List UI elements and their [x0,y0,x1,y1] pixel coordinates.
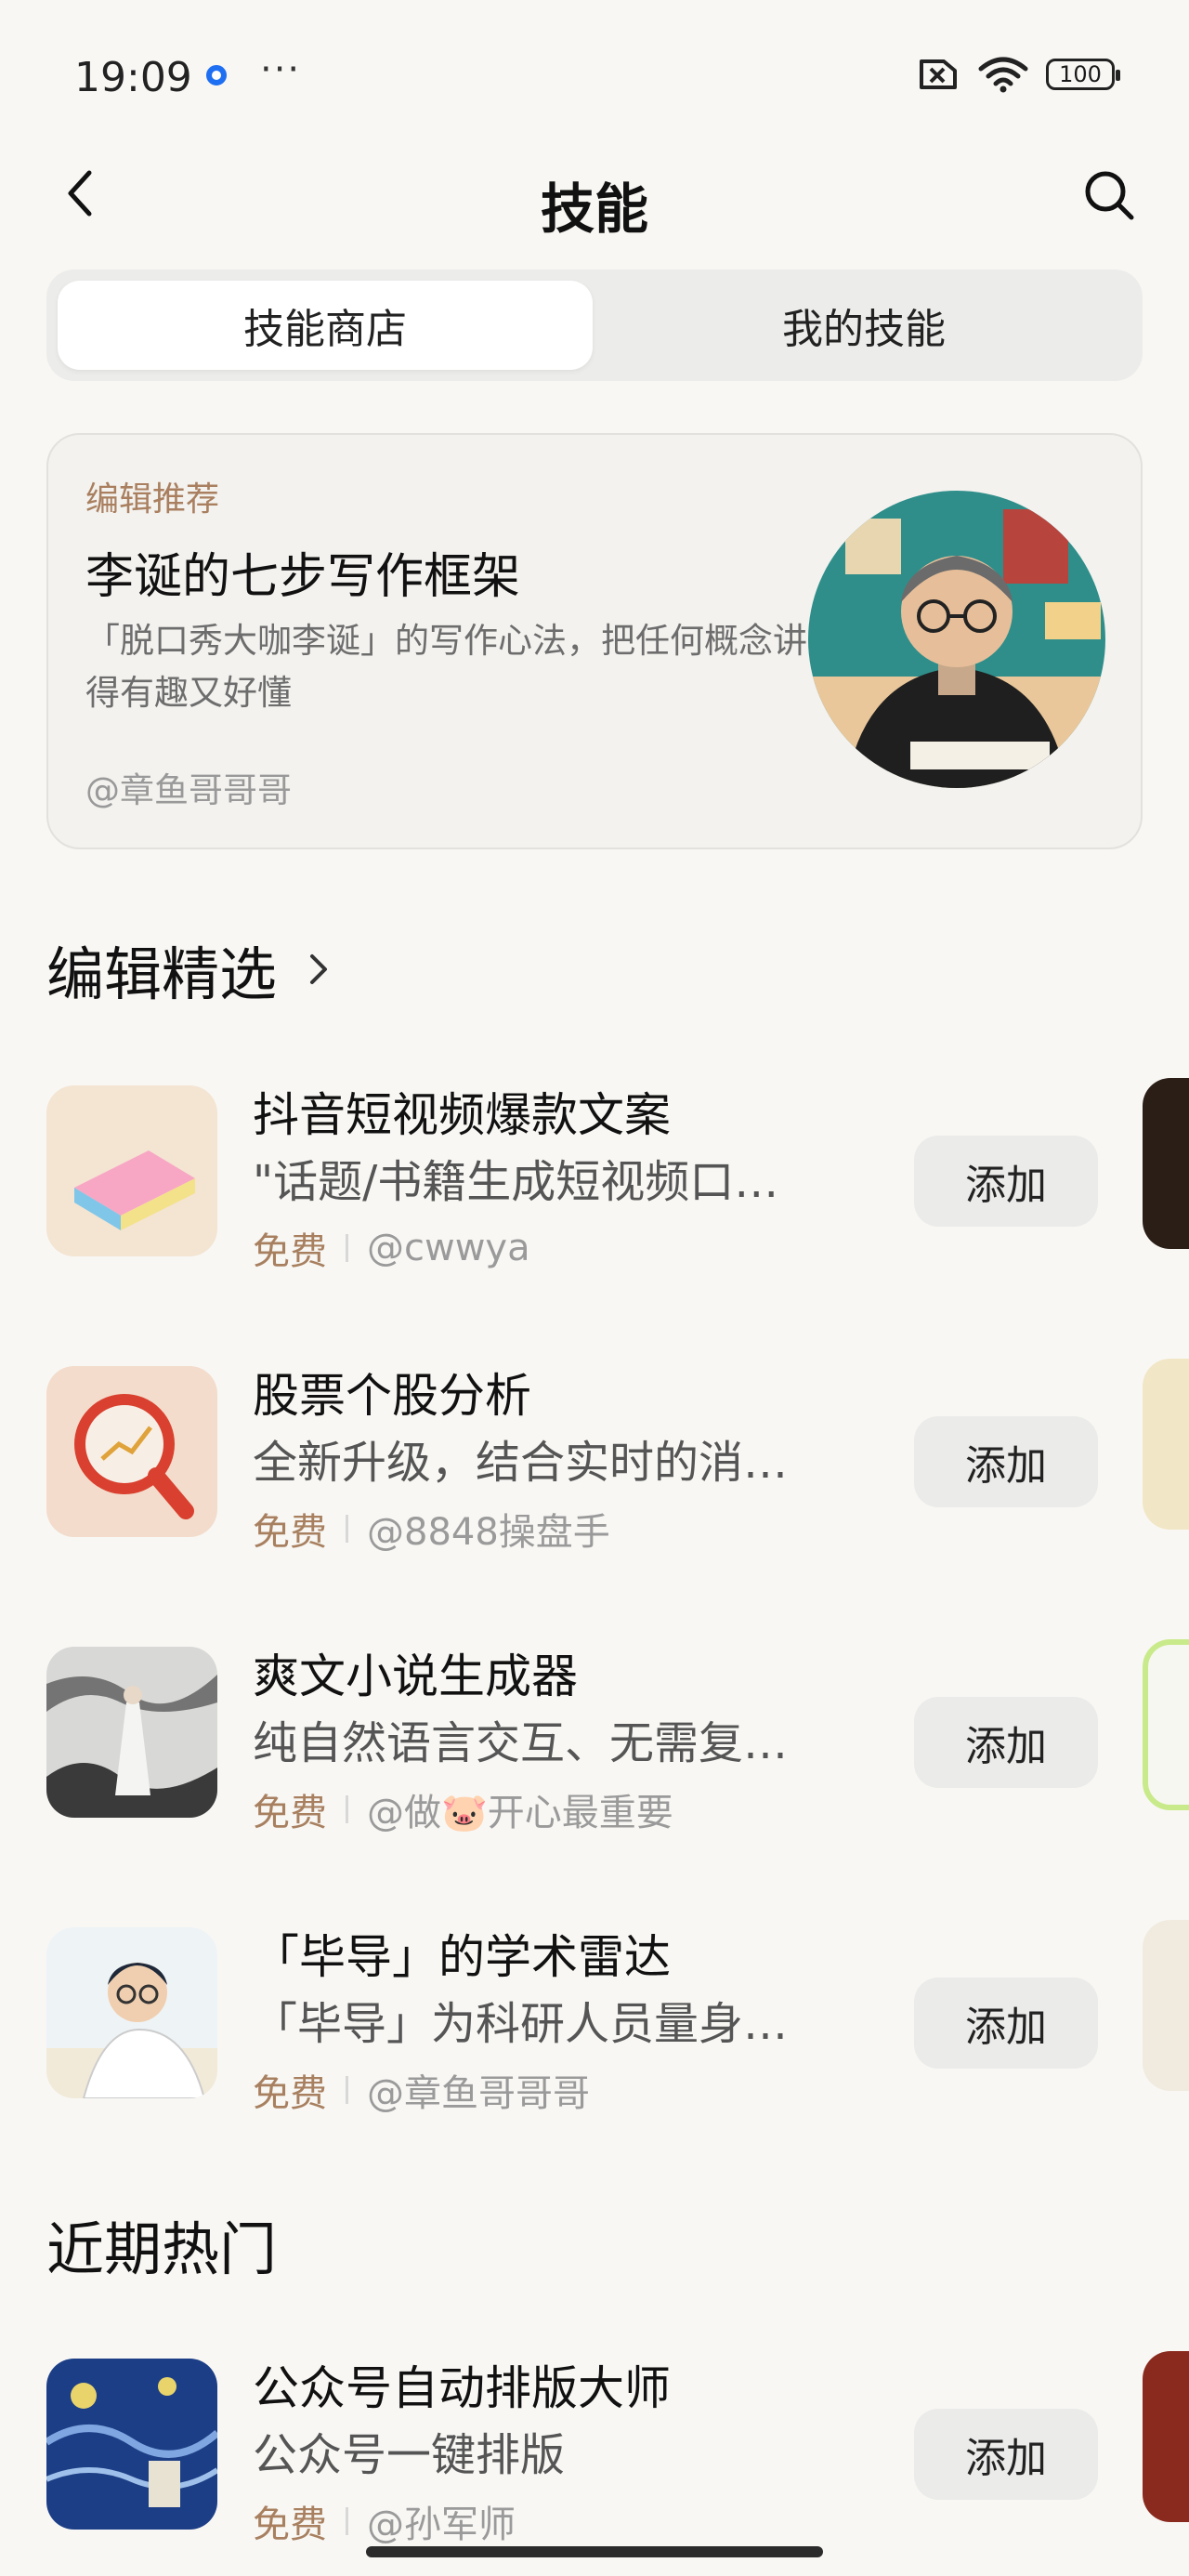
item-description: 「毕导」为科研人员量身… [253,1998,789,2050]
page-title: 技能 [540,177,648,241]
wifi-icon [978,57,1028,93]
divider [346,1515,348,1543]
item-author: @孙军师 [367,2504,516,2546]
next-card-peek[interactable] [1143,1359,1189,1530]
next-card-peek[interactable] [1143,1078,1189,1249]
more-notifications-icon: ··· [260,48,302,91]
list-item[interactable]: 公众号自动排版大师 公众号一键排版 免费 @孙军师 添加 [46,2351,1189,2546]
status-bar: 19:09 ··· 100 [0,0,1189,139]
item-meta: 免费 @孙军师 [253,2494,516,2548]
item-name: 股票个股分析 [253,1369,531,1423]
sim-off-icon [920,59,957,89]
battery-indicator: 100 [1046,59,1120,90]
next-card-peek[interactable] [1143,1920,1189,2091]
ink-painting-icon [46,1647,217,1818]
section-title-text: 近期热门 [46,2215,278,2283]
tab-my-skills[interactable]: 我的技能 [596,281,1131,370]
featured-tag: 编辑推荐 [85,480,220,519]
starry-night-icon [46,2359,217,2530]
section-title-editor-picks[interactable]: 编辑精选 [46,927,336,1011]
add-button[interactable]: 添加 [914,1416,1098,1507]
battery-level: 100 [1059,61,1102,87]
item-author: @章鱼哥哥哥 [367,2072,590,2115]
scholar-icon [46,1927,217,2098]
item-name: 公众号自动排版大师 [253,2361,671,2415]
list-item[interactable]: 爽文小说生成器 纯自然语言交互、无需复… 免费 @做🐷开心最重要 添加 [46,1639,1189,1834]
item-meta: 免费 @8848操盘手 [253,1502,610,1556]
item-description: 纯自然语言交互、无需复… [253,1717,789,1769]
add-button[interactable]: 添加 [914,1136,1098,1227]
item-meta: 免费 @做🐷开心最重要 [253,1782,673,1836]
featured-author: @章鱼哥哥哥 [85,770,292,810]
next-card-peek[interactable] [1143,2351,1189,2522]
add-button[interactable]: 添加 [914,2409,1098,2500]
price-label: 免费 [253,1511,327,1554]
item-name: 抖音短视频爆款文案 [253,1088,671,1142]
notification-dot-icon [206,65,227,85]
search-icon [1085,171,1134,220]
item-meta: 免费 @cwwya [253,1221,530,1275]
home-indicator[interactable] [366,2546,823,2557]
section-title-text: 编辑精选 [46,940,278,1008]
divider [346,2076,348,2104]
price-label: 免费 [253,2072,327,2115]
item-description: 全新升级，结合实时的消… [253,1437,789,1489]
featured-illustration [808,491,1105,788]
item-meta: 免费 @章鱼哥哥哥 [253,2063,590,2117]
featured-description: 「脱口秀大咖李诞」的写作心法，把任何概念讲得有趣又好懂 [85,621,807,713]
price-label: 免费 [253,1792,327,1834]
section-title-recent-hot: 近期热门 [46,2202,277,2286]
item-name: 爽文小说生成器 [253,1649,578,1703]
item-author: @cwwya [367,1227,530,1269]
next-card-peek[interactable] [1143,1639,1189,1810]
divider [346,1795,348,1823]
status-time: 19:09 [74,54,192,101]
item-description: "话题/书籍生成短视频口… [253,1156,779,1208]
top-bar: 技能 [0,149,1189,242]
item-description: 公众号一键排版 [253,2429,566,2481]
item-name: 「毕导」的学术雷达 [253,1930,671,1984]
divider [346,2507,348,2535]
item-author: @做🐷开心最重要 [367,1792,673,1834]
magnifier-chart-icon [46,1366,217,1537]
add-button[interactable]: 添加 [914,1978,1098,2069]
item-author: @8848操盘手 [367,1511,610,1554]
list-item[interactable]: 抖音短视频爆款文案 "话题/书籍生成短视频口… 免费 @cwwya 添加 [46,1078,1189,1273]
tab-skill-store[interactable]: 技能商店 [58,281,593,370]
chevron-right-icon [310,954,328,984]
price-label: 免费 [253,1230,327,1273]
price-label: 免费 [253,2504,327,2546]
writer-illustration-icon [808,491,1105,788]
search-button[interactable] [1079,165,1139,225]
tab-switcher: 技能商店 我的技能 [46,269,1143,381]
list-item[interactable]: 股票个股分析 全新升级，结合实时的消… 免费 @8848操盘手 添加 [46,1359,1189,1554]
divider [346,1234,348,1262]
list-item[interactable]: 「毕导」的学术雷达 「毕导」为科研人员量身… 免费 @章鱼哥哥哥 添加 [46,1920,1189,2115]
add-button[interactable]: 添加 [914,1697,1098,1788]
book-icon [46,1085,217,1256]
featured-card[interactable]: 编辑推荐 李诞的七步写作框架 「脱口秀大咖李诞」的写作心法，把任何概念讲得有趣又… [46,433,1143,849]
featured-title: 李诞的七步写作框架 [85,549,521,605]
status-icons: 100 [916,56,1120,93]
